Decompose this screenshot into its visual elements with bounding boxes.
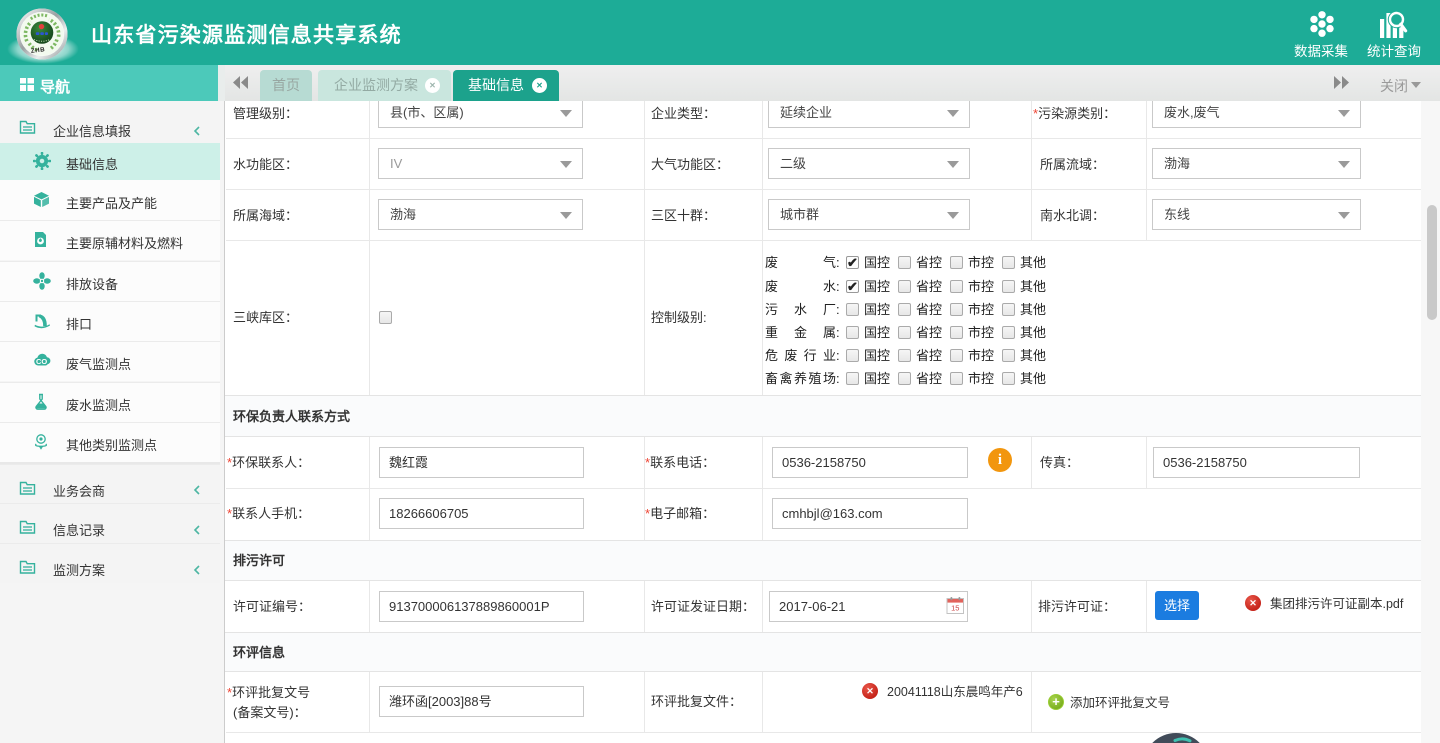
svg-text:CO: CO	[36, 357, 47, 366]
svg-text:15: 15	[951, 604, 959, 613]
